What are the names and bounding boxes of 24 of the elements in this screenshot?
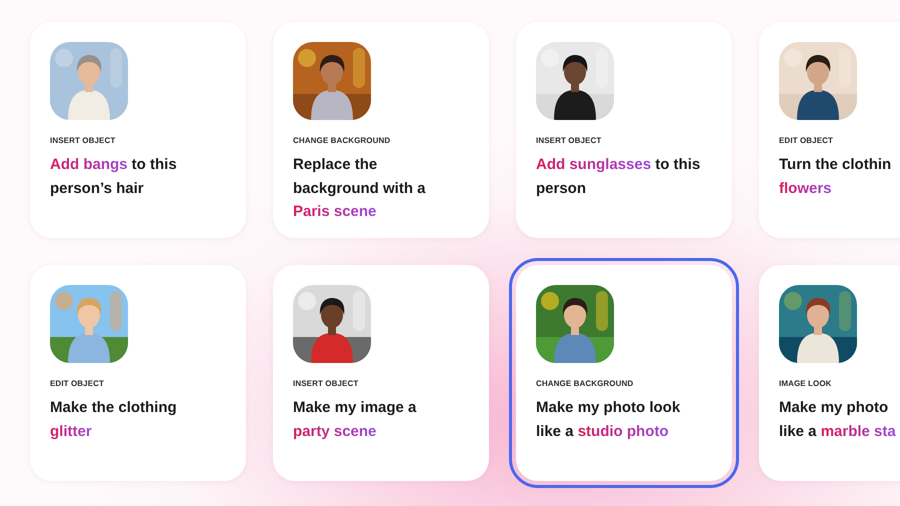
category-label: IMAGE LOOK <box>779 379 832 388</box>
prompt-card[interactable]: CHANGE BACKGROUND Replace the background with a Paris scene <box>273 22 489 238</box>
category-label: INSERT OBJECT <box>293 379 358 388</box>
category-label: INSERT OBJECT <box>536 136 602 145</box>
prompt-card[interactable]: INSERT OBJECT Add bangs to this person’s hair <box>30 22 246 238</box>
prompt-card[interactable]: EDIT OBJECT Turn the clothin flowers <box>759 22 900 238</box>
category-label: CHANGE BACKGROUND <box>536 379 634 388</box>
prompt-text: Make my photo look like a studio photo <box>536 398 680 442</box>
prompt-text: Add bangs to this person’s hair <box>50 155 177 198</box>
category-label: EDIT OBJECT <box>50 379 104 388</box>
prompt-text: Make my image a party scene <box>293 398 416 442</box>
prompt-text: Add sunglasses to this person <box>536 155 700 198</box>
prompt-text: Turn the clothin flowers <box>779 155 892 198</box>
prompt-text: Replace the background with a Paris scene <box>293 155 426 222</box>
category-label: EDIT OBJECT <box>779 136 833 145</box>
prompt-card[interactable]: INSERT OBJECT Make my image a party scene <box>273 265 489 481</box>
category-label: CHANGE BACKGROUND <box>293 136 390 145</box>
category-label: INSERT OBJECT <box>50 136 116 145</box>
prompt-text: Make my photo like a marble sta <box>779 398 896 442</box>
prompt-card[interactable]: CHANGE BACKGROUND Make my photo look like a studio photo <box>516 265 732 481</box>
prompt-card[interactable]: INSERT OBJECT Add sunglasses to this person <box>516 22 732 238</box>
prompt-card[interactable]: EDIT OBJECT Make the clothing glitter <box>30 265 246 481</box>
prompt-text: Make the clothing glitter <box>50 398 177 442</box>
prompt-card[interactable]: IMAGE LOOK Make my photo like a marble sta <box>759 265 900 481</box>
